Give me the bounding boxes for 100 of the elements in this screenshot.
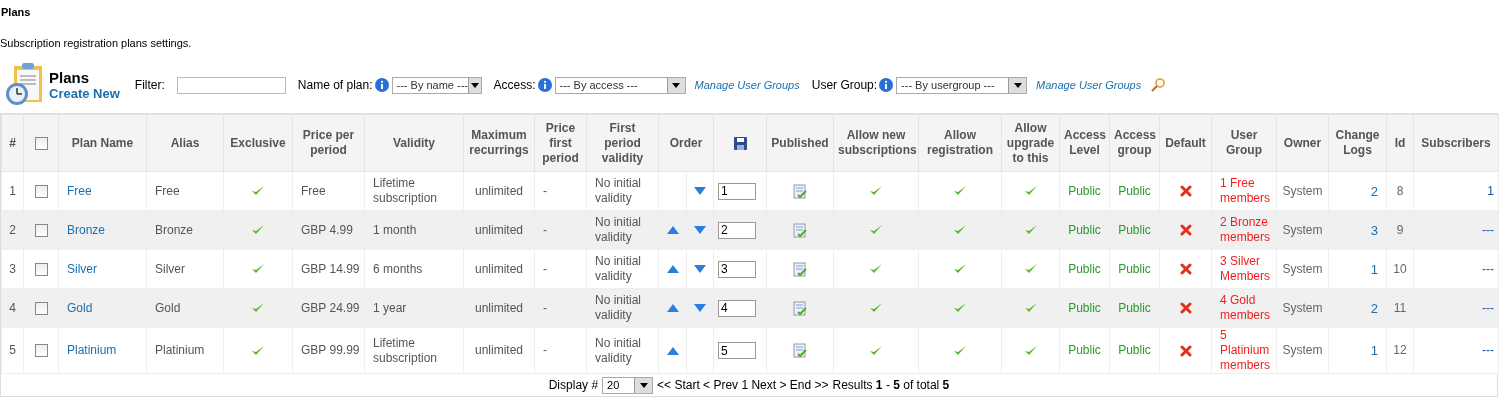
create-new-link[interactable]: Create New [49, 86, 120, 101]
column-header[interactable]: Allow new subscriptions [833, 114, 919, 172]
pagination-nav[interactable]: << Start < Prev 1 Next > End >> [657, 376, 829, 394]
caret-icon [470, 82, 479, 88]
plan-name-link[interactable]: Silver [67, 261, 97, 276]
access-level-link[interactable]: Public [1059, 249, 1110, 289]
change-logs-link[interactable]: 3 [1328, 210, 1387, 250]
published-icon[interactable] [793, 343, 807, 359]
change-logs-link[interactable]: 2 [1328, 288, 1387, 328]
order-field[interactable]: 3 [718, 260, 756, 278]
table-cell: 6 months [364, 249, 464, 289]
access-level-link[interactable]: Public [1059, 327, 1110, 374]
published-icon[interactable] [793, 222, 807, 238]
row-checkbox[interactable] [34, 262, 48, 276]
column-header[interactable]: Allow registration [918, 114, 1002, 172]
subscribers-link[interactable]: 1 [1413, 171, 1499, 211]
table-cell: - [534, 171, 587, 211]
row-checkbox[interactable] [34, 344, 48, 358]
column-header[interactable]: Plan Name [58, 114, 147, 172]
column-header[interactable]: Access Level [1059, 114, 1110, 172]
access-group-link[interactable]: Public [1109, 171, 1160, 211]
column-header[interactable]: Id [1386, 114, 1414, 172]
up-arrow-icon[interactable] [666, 346, 679, 355]
dropdown[interactable]: 20 [602, 376, 654, 394]
filter-label: Filter: [134, 77, 165, 94]
access-group-link[interactable]: Public [1109, 249, 1160, 289]
row-checkbox[interactable] [34, 301, 48, 315]
subscribers-link[interactable]: --- [1413, 288, 1499, 328]
up-arrow-icon[interactable] [666, 265, 679, 274]
cross-icon[interactable] [1179, 344, 1192, 357]
select-all-checkbox[interactable] [34, 136, 48, 150]
table-cell: GBP 4.99 [292, 210, 365, 250]
save-icon[interactable] [733, 136, 747, 150]
column-header[interactable]: Subscribers [1413, 114, 1499, 172]
column-header[interactable]: Published [766, 114, 834, 172]
down-arrow-icon[interactable] [694, 187, 706, 196]
down-arrow-icon[interactable] [694, 265, 706, 274]
column-header[interactable]: Change Logs [1328, 114, 1387, 172]
subscribers-link[interactable]: --- [1413, 249, 1499, 289]
plan-name-link[interactable]: Gold [67, 300, 93, 315]
column-header[interactable]: Owner [1276, 114, 1329, 172]
info-icon[interactable] [879, 78, 894, 92]
order-field[interactable]: 4 [718, 299, 756, 317]
column-header[interactable]: Exclusive [223, 114, 293, 172]
table-cell: 8 [1386, 171, 1414, 211]
order-field[interactable]: 5 [718, 342, 756, 359]
plan-name-link[interactable]: Bronze [67, 222, 106, 237]
published-icon[interactable] [793, 261, 807, 277]
table-cell: 4 [1, 288, 24, 328]
info-icon[interactable] [537, 78, 552, 92]
manage-user-groups-link[interactable]: Manage User Groups [1036, 76, 1142, 94]
column-header[interactable]: Allow upgrade to this [1001, 114, 1060, 172]
column-header[interactable]: Maximum recurrings [463, 114, 535, 172]
info-icon[interactable] [374, 78, 389, 92]
column-header[interactable]: Order [658, 114, 714, 172]
table-cell: unlimited [463, 288, 535, 328]
search-icon[interactable] [1151, 78, 1166, 92]
column-header[interactable]: First period validity [586, 114, 659, 172]
plan-name-link[interactable]: Free [67, 183, 92, 198]
table-cell: 5 [1, 327, 24, 374]
column-header[interactable]: Default [1159, 114, 1212, 172]
cross-icon[interactable] [1179, 302, 1192, 315]
plan-name-link[interactable]: Platinium [67, 343, 117, 357]
change-logs-link[interactable]: 2 [1328, 171, 1387, 211]
column-header[interactable]: Price per period [292, 114, 365, 172]
dropdown[interactable]: --- By usergroup --- [896, 76, 1028, 94]
up-arrow-icon[interactable] [666, 226, 679, 235]
table-cell: 11 [1386, 288, 1414, 328]
column-header[interactable]: Access group [1109, 114, 1160, 172]
name-filter-label: Name of plan: [297, 77, 373, 94]
dropdown[interactable]: --- By access --- [554, 76, 686, 94]
table-cell: Lifetime subscription [364, 171, 464, 211]
cross-icon[interactable] [1179, 224, 1192, 237]
dropdown[interactable]: --- By name --- [391, 76, 482, 94]
access-group-link[interactable]: Public [1109, 327, 1160, 374]
published-icon[interactable] [793, 300, 807, 316]
order-field[interactable]: 1 [718, 182, 756, 200]
down-arrow-icon[interactable] [694, 226, 706, 235]
column-header[interactable]: Alias [146, 114, 224, 172]
table-cell: 1 Free members [1211, 171, 1277, 211]
column-header[interactable]: User Group [1211, 114, 1277, 172]
down-arrow-icon[interactable] [694, 304, 706, 313]
access-level-link[interactable]: Public [1059, 171, 1110, 211]
row-checkbox[interactable] [34, 184, 48, 198]
subscribers-link[interactable]: --- [1413, 327, 1499, 374]
row-checkbox[interactable] [34, 223, 48, 237]
cross-icon[interactable] [1179, 263, 1192, 276]
manage-user-groups-link[interactable]: Manage User Groups [694, 76, 800, 94]
up-arrow-icon[interactable] [666, 304, 679, 313]
display-label: Display # [548, 377, 599, 394]
table-cell: Free [146, 171, 224, 211]
change-logs-link[interactable]: 1 [1328, 249, 1387, 289]
order-field[interactable]: 2 [718, 221, 756, 239]
filter-field[interactable] [176, 76, 286, 94]
column-header[interactable]: Price first period [534, 114, 587, 172]
published-icon[interactable] [793, 183, 807, 199]
change-logs-link[interactable]: 1 [1328, 327, 1387, 374]
cross-icon[interactable] [1179, 185, 1192, 198]
subscribers-link[interactable]: --- [1413, 210, 1499, 250]
column-header[interactable]: Validity [364, 114, 464, 172]
